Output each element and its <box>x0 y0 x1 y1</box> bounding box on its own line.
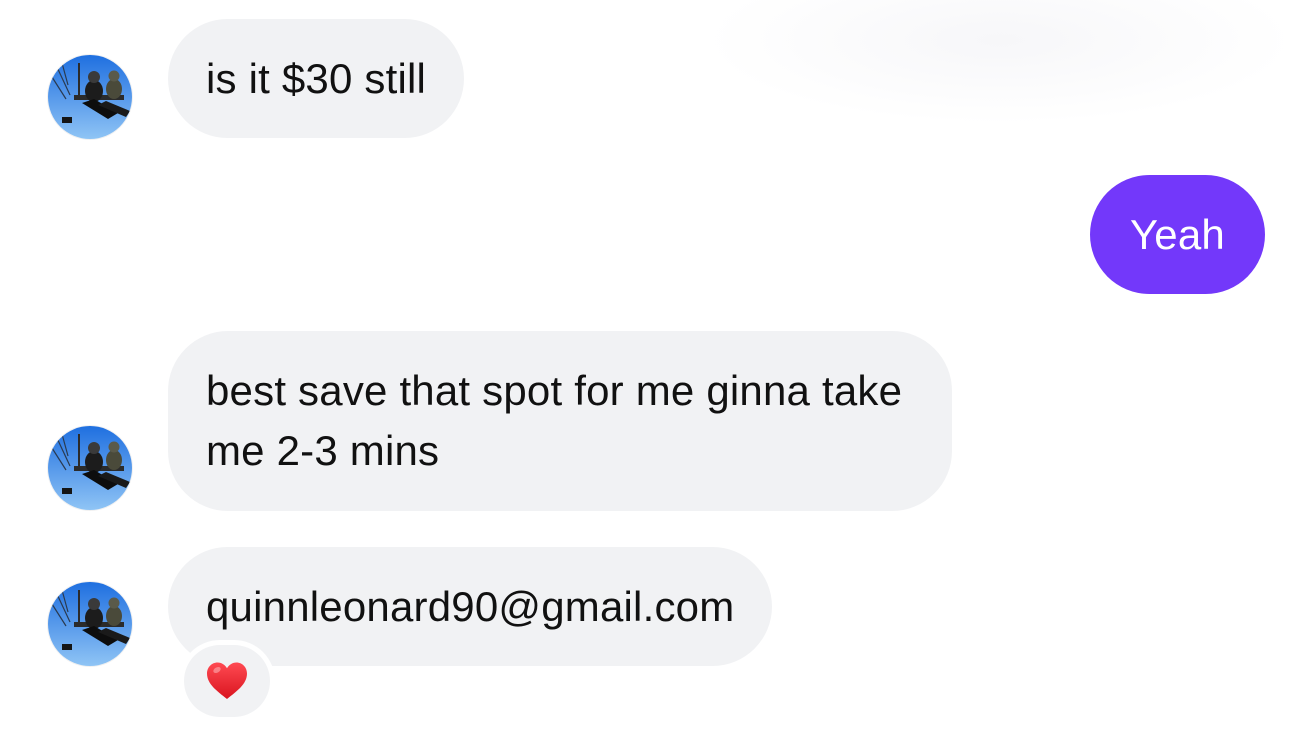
message-text: Yeah <box>1129 211 1225 258</box>
message-thread: is it $30 still Yeah best save that spot… <box>0 0 1290 754</box>
message-text: quinnleonard90@gmail.com <box>206 583 735 630</box>
incoming-message-bubble[interactable]: is it $30 still <box>168 19 465 138</box>
heart-icon <box>207 662 247 699</box>
outgoing-message-bubble[interactable]: Yeah <box>1089 175 1265 294</box>
message-text-line: best save that spot for me ginna take <box>206 367 903 414</box>
message-text: is it $30 still <box>206 55 427 102</box>
contact-avatar[interactable] <box>48 426 132 510</box>
avatar-photo <box>48 55 132 139</box>
contact-avatar[interactable] <box>48 582 132 666</box>
avatar-photo <box>48 582 132 666</box>
message-reaction[interactable] <box>184 645 270 717</box>
incoming-message-bubble[interactable]: quinnleonard90@gmail.com <box>168 547 773 666</box>
message-text-line: me 2-3 mins <box>206 427 440 474</box>
avatar-photo <box>48 426 132 510</box>
contact-avatar[interactable] <box>48 55 132 139</box>
incoming-message-bubble[interactable]: best save that spot for me ginna take me… <box>168 331 953 511</box>
